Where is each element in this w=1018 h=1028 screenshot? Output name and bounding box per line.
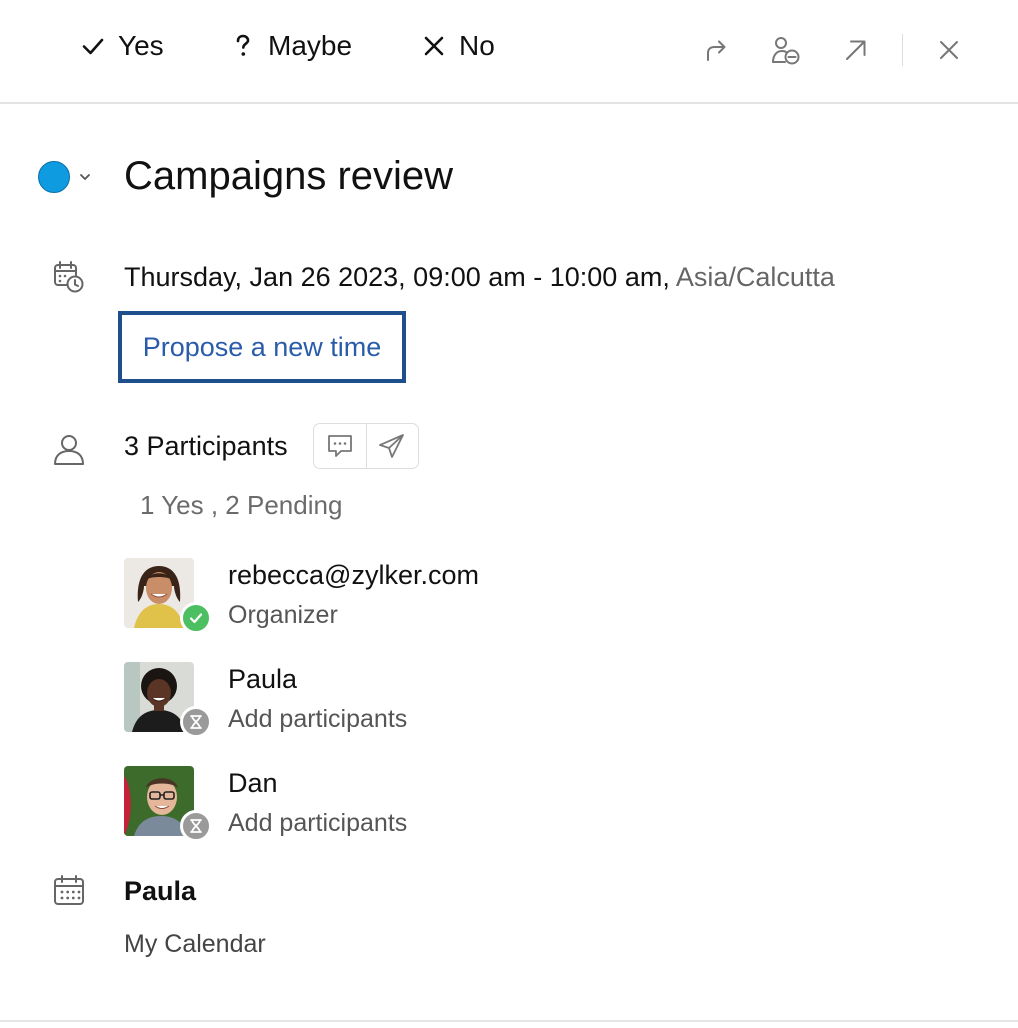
participant-actions [313, 423, 419, 469]
accepted-status-icon [180, 602, 212, 634]
send-mail-icon[interactable] [365, 424, 419, 468]
event-datetime-text: Thursday, Jan 26 2023, 09:00 am - 10:00 … [124, 262, 670, 292]
participant-name: Dan [228, 768, 278, 798]
pending-status-icon [180, 706, 212, 738]
participant-item: Paula Add participants [124, 662, 724, 742]
calendar-clock-icon [52, 260, 86, 294]
participants-count: 3 Participants [124, 431, 288, 461]
event-title: Campaigns review [124, 154, 454, 198]
calendar-icon [52, 874, 86, 908]
event-datetime: Thursday, Jan 26 2023, 09:00 am - 10:00 … [124, 262, 835, 293]
participant-name: rebecca@zylker.com [228, 560, 479, 590]
rsvp-no-label: No [459, 30, 495, 61]
rsvp-summary: 1 Yes , 2 Pending [140, 490, 343, 520]
event-toolbar: Yes Maybe No [0, 0, 1018, 104]
question-icon [230, 33, 256, 59]
event-timezone[interactable]: Asia/Calcutta [676, 262, 835, 292]
participant-item: rebecca@zylker.com Organizer [124, 558, 724, 638]
chat-icon[interactable] [314, 424, 366, 468]
event-color-picker[interactable] [38, 161, 70, 193]
rsvp-yes-button[interactable]: Yes [80, 30, 164, 62]
calendar-name: My Calendar [124, 930, 266, 958]
toolbar-divider [902, 34, 903, 66]
participant-role: Organizer [228, 601, 338, 629]
open-external-icon[interactable] [840, 34, 872, 66]
rsvp-no-button[interactable]: No [421, 30, 495, 62]
participant-role[interactable]: Add participants [228, 705, 407, 734]
close-icon[interactable] [933, 34, 965, 66]
cross-icon [421, 33, 447, 59]
chevron-down-icon[interactable] [78, 170, 92, 184]
rsvp-maybe-label: Maybe [268, 30, 353, 61]
check-icon [80, 33, 106, 59]
participant-name: Paula [228, 664, 298, 694]
participant-role[interactable]: Add participants [228, 809, 407, 838]
delegate-icon[interactable] [770, 34, 802, 66]
participant-item: Dan Add participants [124, 766, 724, 846]
rsvp-maybe-button[interactable]: Maybe [230, 30, 352, 62]
bottom-divider [0, 1020, 1018, 1022]
person-icon [52, 432, 86, 466]
propose-new-time-button[interactable]: Propose a new time [118, 311, 406, 383]
pending-status-icon [180, 810, 212, 842]
calendar-owner: Paula [124, 876, 197, 906]
forward-icon[interactable] [700, 34, 732, 66]
rsvp-yes-label: Yes [118, 30, 164, 61]
